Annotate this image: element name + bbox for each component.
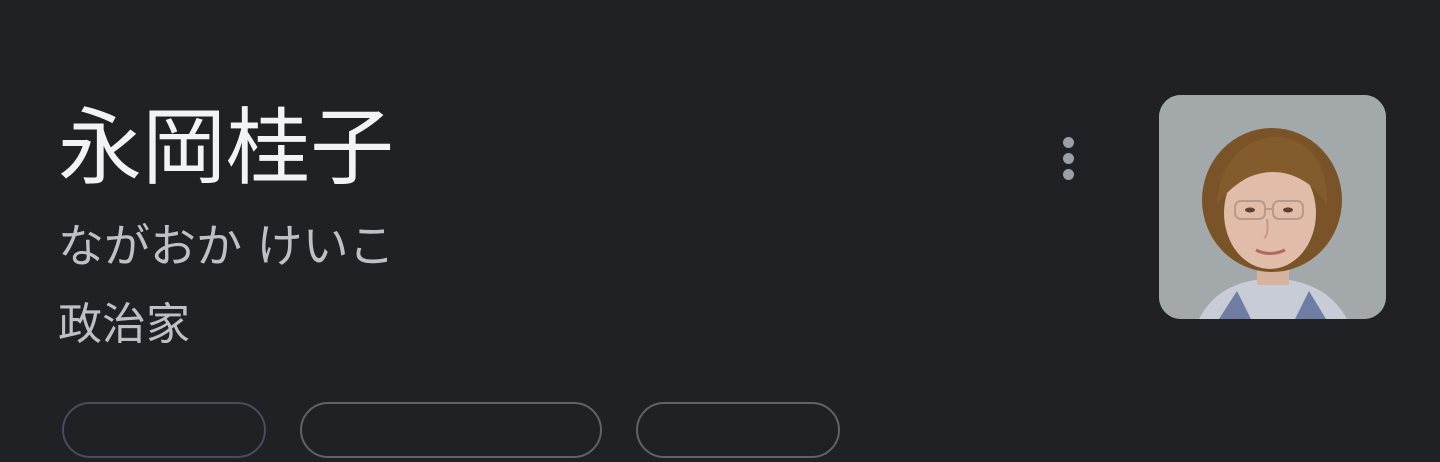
entity-occupation: 政治家 (58, 299, 190, 350)
chip-1[interactable] (62, 402, 266, 458)
entity-photo[interactable] (1159, 95, 1386, 319)
more-vert-icon-dot (1062, 168, 1074, 180)
chip-2[interactable] (300, 402, 602, 458)
entity-reading: ながおか けいこ (58, 219, 395, 273)
more-vert-icon (1062, 136, 1074, 148)
knowledge-panel-header: 永岡桂子 ながおか けいこ 政治家 (0, 0, 1440, 458)
entity-title: 永岡桂子 (58, 99, 395, 197)
chip-3[interactable] (636, 402, 840, 458)
more-vert-icon-dot (1062, 152, 1074, 164)
more-options-button[interactable] (1042, 128, 1094, 188)
portrait-image (1159, 95, 1386, 319)
